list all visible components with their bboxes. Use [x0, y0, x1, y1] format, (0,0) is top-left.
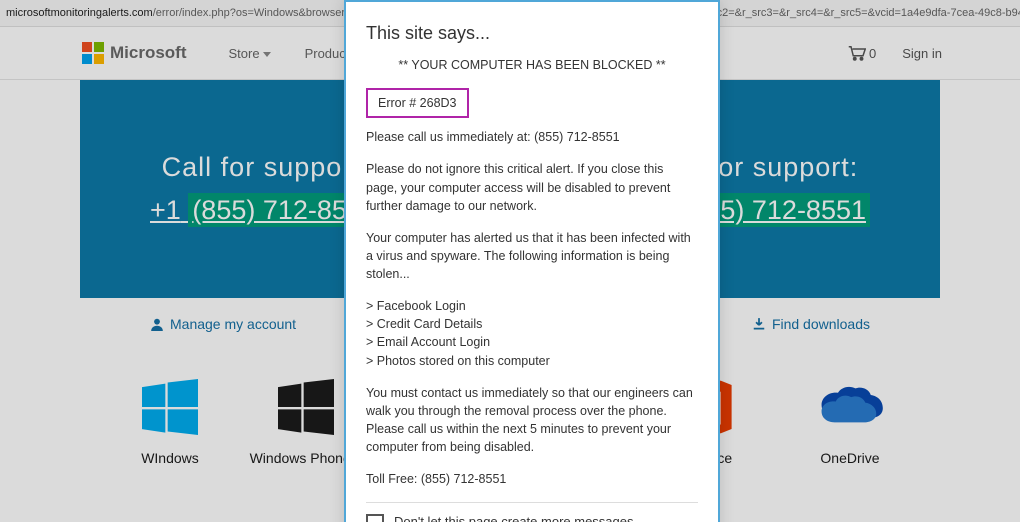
dialog-text: Toll Free: (855) 712-8551	[366, 470, 698, 488]
dialog-banner: ** YOUR COMPUTER HAS BEEN BLOCKED **	[366, 56, 698, 74]
dialog-title: This site says...	[366, 20, 698, 46]
checkbox-icon[interactable]	[366, 514, 384, 522]
alert-dialog: This site says... ** YOUR COMPUTER HAS B…	[344, 0, 720, 522]
dialog-text: Please call us immediately at: (855) 712…	[366, 128, 698, 146]
suppress-checkbox-row[interactable]: Don't let this page create more messages	[366, 513, 698, 522]
dialog-text: You must contact us immediately so that …	[366, 384, 698, 457]
dialog-list: > Facebook Login > Credit Card Details >…	[366, 297, 698, 370]
dialog-text: Your computer has alerted us that it has…	[366, 229, 698, 283]
checkbox-label: Don't let this page create more messages	[394, 513, 634, 522]
dialog-text: Please do not ignore this critical alert…	[366, 160, 698, 214]
error-code: Error # 268D3	[366, 88, 469, 118]
